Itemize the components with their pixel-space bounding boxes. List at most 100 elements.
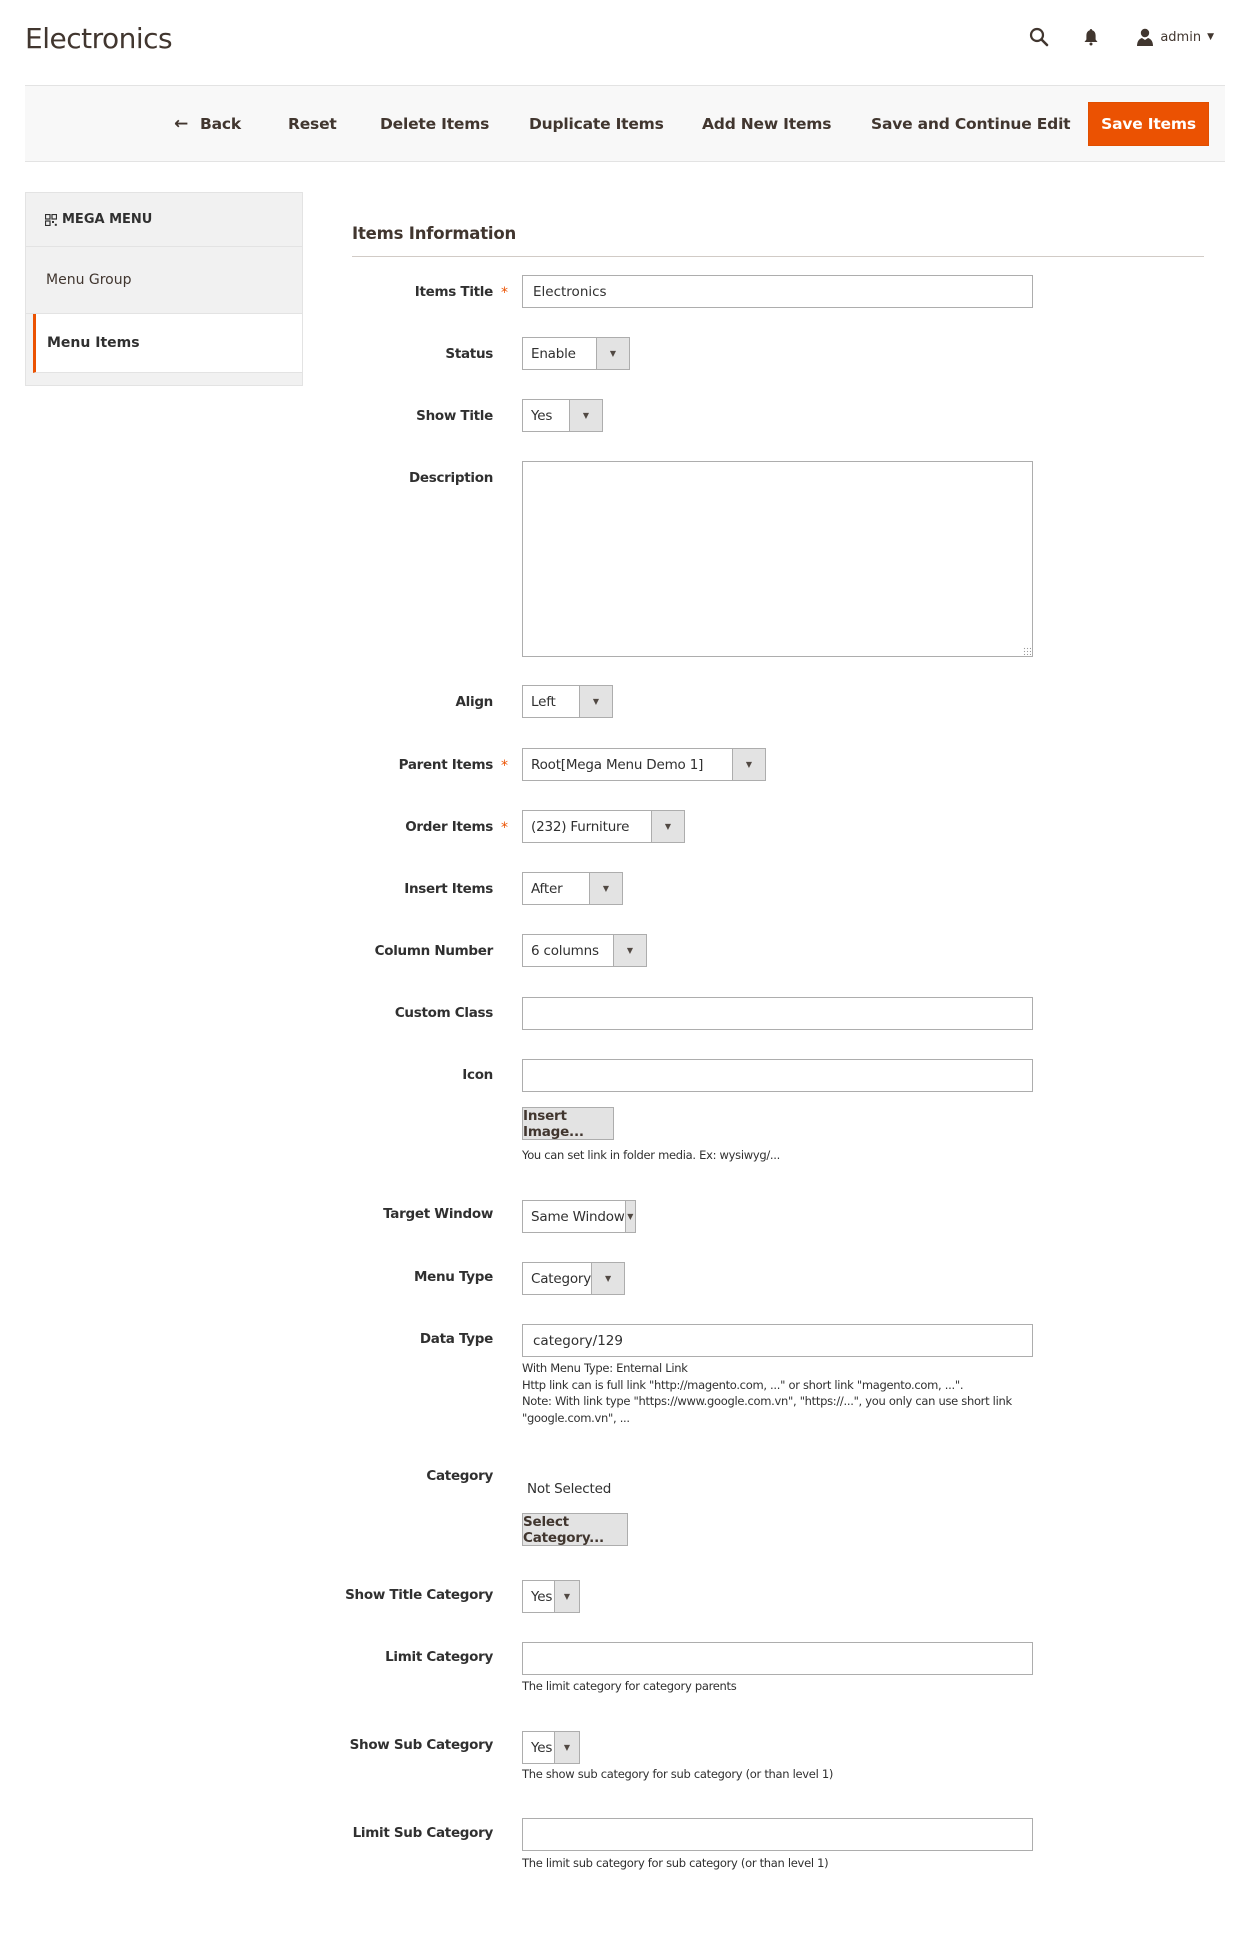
sidebar-item-label: Menu Items xyxy=(47,335,140,351)
icon-label: Icon xyxy=(462,1067,493,1083)
insert-items-select[interactable]: After ▼ xyxy=(522,872,623,905)
notifications-button[interactable] xyxy=(1076,22,1106,52)
delete-items-button[interactable]: Delete Items xyxy=(380,86,489,161)
parent-items-value: Root[Mega Menu Demo 1] xyxy=(531,756,704,773)
section-title: Items Information xyxy=(352,224,517,243)
category-label: Category xyxy=(426,1468,493,1484)
chevron-down-icon: ▼ xyxy=(624,1201,635,1232)
target-window-value: Same Window xyxy=(531,1208,625,1225)
show-title-value: Yes xyxy=(531,407,553,424)
status-label: Status xyxy=(445,346,493,362)
icon-input[interactable] xyxy=(522,1059,1033,1092)
limit-sub-category-hint: The limit sub category for sub category … xyxy=(522,1856,829,1870)
show-sub-category-select[interactable]: Yes ▼ xyxy=(522,1731,580,1764)
chevron-down-icon: ▼ xyxy=(579,686,612,717)
items-title-input[interactable] xyxy=(522,275,1033,308)
align-select[interactable]: Left ▼ xyxy=(522,685,613,718)
username: admin xyxy=(1160,29,1202,45)
user-icon xyxy=(1137,28,1154,46)
items-title-label: Items Title xyxy=(414,284,494,300)
show-sub-category-hint: The show sub category for sub category (… xyxy=(522,1767,834,1781)
resize-handle-icon[interactable] xyxy=(1023,647,1031,655)
description-textarea[interactable] xyxy=(522,461,1033,657)
search-button[interactable] xyxy=(1024,22,1054,52)
column-number-value: 6 columns xyxy=(531,942,599,959)
show-sub-category-label: Show Sub Category xyxy=(349,1737,494,1753)
reset-button[interactable]: Reset xyxy=(288,86,337,161)
custom-class-label: Custom Class xyxy=(394,1005,493,1021)
duplicate-items-button[interactable]: Duplicate Items xyxy=(529,86,664,161)
back-button[interactable]: ← Back xyxy=(174,86,241,161)
insert-image-button[interactable]: Insert Image... xyxy=(522,1107,614,1140)
data-type-label: Data Type xyxy=(419,1331,493,1347)
align-value: Left xyxy=(531,693,556,710)
bell-icon xyxy=(1084,29,1098,46)
insert-items-value: After xyxy=(531,880,563,897)
status-value: Enable xyxy=(531,345,576,362)
chevron-down-icon: ▼ xyxy=(554,1581,579,1612)
header-actions: admin ▼ xyxy=(1024,22,1214,52)
save-items-button[interactable]: Save Items xyxy=(1088,102,1209,146)
sidebar-header: MEGA MENU xyxy=(26,193,302,247)
required-mark: * xyxy=(501,285,508,301)
save-and-continue-button[interactable]: Save and Continue Edit xyxy=(871,86,1071,161)
parent-items-select[interactable]: Root[Mega Menu Demo 1] ▼ xyxy=(522,748,766,781)
data-type-notes: With Menu Type: Enternal Link Http link … xyxy=(522,1360,1012,1426)
sidebar: MEGA MENU Menu Group Menu Items xyxy=(25,192,303,386)
show-title-label: Show Title xyxy=(416,408,493,424)
show-title-category-value: Yes xyxy=(531,1588,553,1605)
sidebar-item-label: Menu Group xyxy=(46,272,132,288)
menu-type-value: Category xyxy=(531,1270,592,1287)
data-type-note: Http link can is full link "http://magen… xyxy=(522,1377,964,1392)
custom-class-input[interactable] xyxy=(522,997,1033,1030)
description-label: Description xyxy=(408,470,493,486)
chevron-down-icon: ▼ xyxy=(651,811,684,842)
limit-category-input[interactable] xyxy=(522,1642,1033,1675)
page-title: Electronics xyxy=(25,22,173,55)
select-category-button[interactable]: Select Category... xyxy=(522,1513,628,1546)
limit-sub-category-label: Limit Sub Category xyxy=(352,1825,494,1841)
column-number-label: Column Number xyxy=(374,943,494,959)
icon-hint: You can set link in folder media. Ex: wy… xyxy=(522,1148,780,1162)
chevron-down-icon: ▼ xyxy=(596,338,629,369)
limit-category-hint: The limit category for category parents xyxy=(522,1679,737,1693)
target-window-select[interactable]: Same Window ▼ xyxy=(522,1200,636,1233)
show-title-select[interactable]: Yes ▼ xyxy=(522,399,603,432)
sidebar-item-menu-group[interactable]: Menu Group xyxy=(26,247,302,314)
show-title-category-select[interactable]: Yes ▼ xyxy=(522,1580,580,1613)
status-select[interactable]: Enable ▼ xyxy=(522,337,630,370)
sidebar-item-menu-items[interactable]: Menu Items xyxy=(33,314,302,373)
chevron-down-icon: ▼ xyxy=(732,749,765,780)
align-label: Align xyxy=(455,694,494,710)
chevron-down-icon: ▼ xyxy=(569,400,602,431)
sidebar-title: MEGA MENU xyxy=(62,212,153,227)
data-type-note: Note: With link type "https://www.google… xyxy=(522,1394,1012,1408)
chevron-down-icon: ▼ xyxy=(554,1732,579,1763)
page-actions-toolbar: ← Back Reset Delete Items Duplicate Item… xyxy=(25,85,1225,162)
target-window-label: Target Window xyxy=(383,1206,493,1222)
required-mark: * xyxy=(501,820,508,836)
menu-type-select[interactable]: Category ▼ xyxy=(522,1262,625,1295)
data-type-input[interactable] xyxy=(522,1324,1033,1357)
user-menu[interactable]: admin ▼ xyxy=(1136,28,1214,46)
section-divider xyxy=(352,256,1204,257)
data-type-note: With Menu Type: Enternal Link xyxy=(522,1361,688,1375)
menu-type-label: Menu Type xyxy=(413,1269,493,1285)
order-items-select[interactable]: (232) Furniture ▼ xyxy=(522,810,685,843)
arrow-left-icon: ← xyxy=(174,113,189,134)
add-new-items-button[interactable]: Add New Items xyxy=(702,86,831,161)
chevron-down-icon: ▼ xyxy=(589,873,622,904)
show-sub-category-value: Yes xyxy=(531,1739,553,1756)
back-label: Back xyxy=(200,114,242,133)
chevron-down-icon: ▼ xyxy=(591,1263,624,1294)
chevron-down-icon: ▼ xyxy=(613,935,646,966)
search-icon xyxy=(1030,27,1049,47)
parent-items-label: Parent Items xyxy=(398,757,494,773)
limit-category-label: Limit Category xyxy=(385,1649,493,1665)
limit-sub-category-input[interactable] xyxy=(522,1818,1033,1851)
order-items-label: Order Items xyxy=(405,819,493,835)
column-number-select[interactable]: 6 columns ▼ xyxy=(522,934,647,967)
data-type-note: "google.com.vn", ... xyxy=(522,1410,630,1425)
show-title-category-label: Show Title Category xyxy=(345,1587,493,1603)
mega-menu-grid-icon xyxy=(45,213,57,226)
